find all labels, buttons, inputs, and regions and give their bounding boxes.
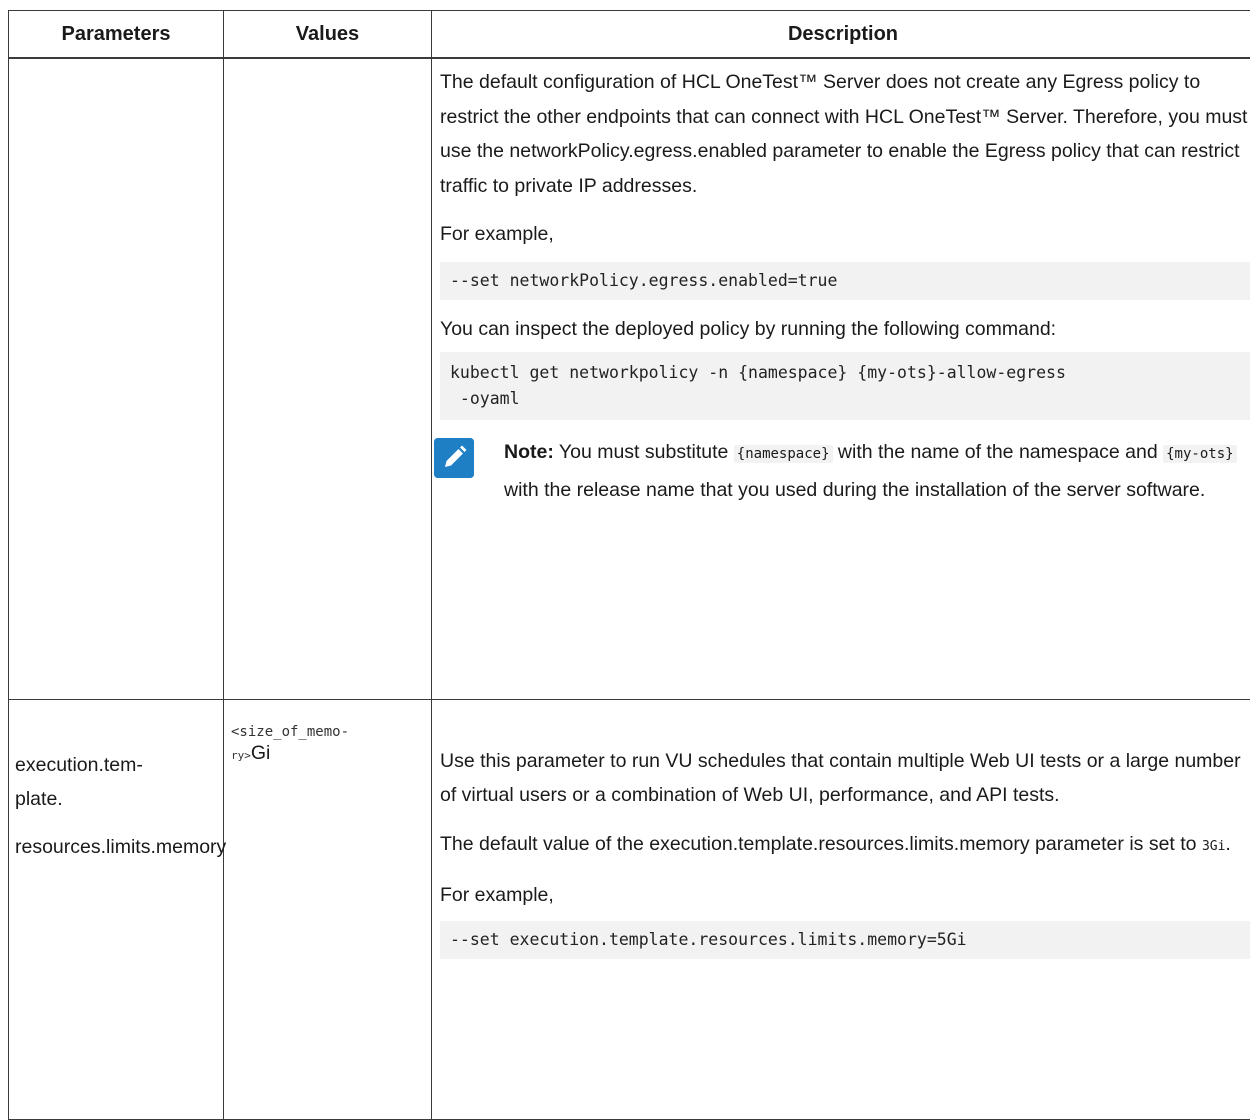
table-header-row: Parameters Values Description (9, 11, 1250, 59)
code-block: kubectl get networkpolicy -n {namespace}… (440, 352, 1250, 420)
value-placeholder: <size_of_memo- (231, 724, 431, 740)
note-text: You must substitute (554, 441, 734, 463)
code-block: --set networkPolicy.egress.enabled=true (440, 262, 1250, 300)
header-values: Values (224, 11, 432, 59)
inspect-text: You can inspect the deployed policy by r… (440, 312, 1250, 347)
code-line: -oyaml (450, 389, 520, 408)
table-row: execution.tem­plate. resources.limits­.m… (9, 699, 1250, 1119)
description-cell: The default configuration of HCL OneTest… (432, 58, 1250, 699)
code-line: kubectl get networkpolicy -n {namespace}… (450, 363, 1066, 382)
description-paragraph: The default value of the execution.templ… (440, 827, 1250, 865)
inline-code: {my-ots} (1163, 445, 1236, 463)
description-paragraph: Use this parameter to run VU schedules t… (440, 744, 1250, 813)
description-text: The default value of the execution.templ… (440, 833, 1202, 855)
param-name-line: resources.limits­.memory (15, 830, 185, 864)
for-example-text: For example, (440, 217, 1250, 252)
description-cell: Use this parameter to run VU schedules t… (432, 699, 1250, 1119)
header-description: Description (432, 11, 1250, 59)
code-block: --set execution.template.resources.limit… (440, 921, 1250, 959)
param-cell-empty (9, 58, 224, 699)
inline-code: {namespace} (734, 445, 833, 463)
note-text: with the release name that you used duri… (504, 479, 1205, 501)
param-name-line: execution.tem­plate. (15, 748, 165, 816)
inline-code: 3Gi (1202, 839, 1225, 854)
value-cell-empty (224, 58, 432, 699)
parameters-table: Parameters Values Description The defaul… (8, 10, 1250, 1120)
value-cell: <size_of_memo- ry>Gi (224, 699, 432, 1119)
value-unit: Gi (251, 742, 271, 764)
table-row: The default configuration of HCL OneTest… (9, 58, 1250, 699)
param-cell: execution.tem­plate. resources.limits­.m… (9, 699, 224, 1119)
code-line: --set networkPolicy.egress.enabled=true (450, 271, 837, 290)
code-line: --set execution.template.resources.limit… (450, 930, 967, 949)
pencil-note-icon (434, 438, 474, 478)
header-parameters: Parameters (9, 11, 224, 59)
note-text: with the name of the name­space and (833, 441, 1164, 463)
for-example-text: For example, (440, 878, 1250, 913)
value-placeholder: ry> (231, 749, 251, 762)
description-paragraph: The default configuration of HCL OneTest… (440, 65, 1250, 203)
note-label: Note: (504, 441, 554, 463)
note-block: Note: You must substitute {namespace} wi… (440, 434, 1250, 508)
description-text: . (1225, 833, 1230, 855)
